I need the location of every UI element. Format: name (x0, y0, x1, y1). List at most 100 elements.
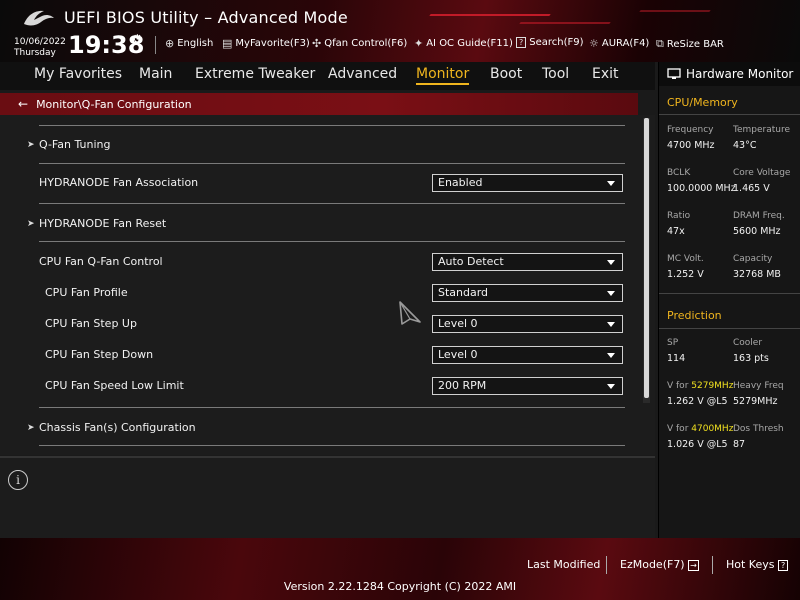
divider (39, 203, 625, 204)
fan-icon: ✣ (312, 37, 322, 50)
qfan-control-button[interactable]: ✣ Qfan Control(F6) (312, 37, 407, 50)
search-button[interactable]: ? Search(F9) (516, 37, 584, 48)
capacity-value: 32768 MB (733, 269, 781, 280)
chevron-down-icon (607, 260, 615, 265)
cpu-fan-speed-low-limit-value: 200 RPM (438, 379, 487, 392)
submenu-arrow-icon: ➤ (27, 140, 35, 150)
hydranode-fan-reset-link[interactable]: HYDRANODE Fan Reset (39, 217, 166, 230)
scrollbar-thumb[interactable] (644, 118, 649, 398)
myfavorite-button[interactable]: ▤ MyFavorite(F3) (222, 37, 310, 50)
language-button[interactable]: ⊕ English (165, 37, 213, 50)
tab-advanced[interactable]: Advanced (328, 66, 397, 82)
aura-icon: ☼ (589, 37, 599, 50)
breadcrumb: ← Monitor\Q-Fan Configuration (0, 93, 638, 115)
mouse-cursor-icon (399, 301, 421, 325)
resize-bar-button[interactable]: ⧉ ReSize BAR (656, 37, 724, 51)
ai-oc-guide-label: AI OC Guide(F11) (426, 38, 513, 49)
divider (39, 241, 625, 242)
back-arrow-icon[interactable]: ← (18, 97, 28, 111)
day-text: Thursday (14, 48, 56, 58)
tab-boot[interactable]: Boot (490, 66, 522, 82)
sp-value: 114 (667, 353, 686, 364)
resize-bar-icon: ⧉ (656, 37, 664, 50)
v-for-5279-label: V for 5279MHz (667, 381, 733, 391)
search-question-icon: ? (516, 37, 527, 48)
time-settings-gear-icon[interactable]: ⚙ (132, 32, 143, 46)
monitor-icon (667, 68, 681, 79)
aura-label: AURA(F4) (601, 38, 650, 49)
cpu-fan-step-down-label: CPU Fan Step Down (45, 348, 154, 361)
lightbulb-icon: ✦ (414, 37, 424, 50)
cpu-fan-profile-label: CPU Fan Profile (45, 286, 128, 299)
ratio-value: 47x (667, 226, 685, 237)
header-divider (155, 36, 156, 54)
info-icon: i (8, 470, 28, 490)
last-modified-button[interactable]: Last Modified (527, 558, 600, 571)
rog-logo-icon (24, 10, 54, 26)
cpu-fan-profile-value: Standard (438, 286, 489, 299)
tab-monitor[interactable]: Monitor (416, 66, 470, 85)
v-for-prefix: V for (667, 424, 692, 434)
cpu-fan-step-down-select[interactable]: Level 0 (432, 346, 623, 364)
question-icon: ? (778, 560, 789, 571)
v-for-4700-freq: 4700MHz (691, 424, 734, 434)
header-bar: UEFI BIOS Utility – Advanced Mode 10/06/… (0, 0, 800, 62)
chassis-fans-configuration-link[interactable]: Chassis Fan(s) Configuration (39, 421, 196, 434)
divider (39, 125, 625, 126)
ai-oc-guide-button[interactable]: ✦ AI OC Guide(F11) (414, 37, 513, 50)
heavy-freq-label: Heavy Freq (733, 381, 784, 391)
globe-icon: ⊕ (165, 37, 175, 50)
cpu-qfan-control-select[interactable]: Auto Detect (432, 253, 623, 271)
hot-keys-button[interactable]: Hot Keys ? (726, 558, 789, 571)
cpu-fan-speed-low-limit-label: CPU Fan Speed Low Limit (45, 379, 184, 392)
qfan-tuning-link[interactable]: Q-Fan Tuning (39, 138, 110, 151)
sp-label: SP (667, 338, 679, 348)
cpu-qfan-control-label: CPU Fan Q-Fan Control (39, 255, 163, 268)
settings-panel: ➤ Q-Fan Tuning HYDRANODE Fan Association… (0, 115, 655, 455)
frequency-value: 4700 MHz (667, 140, 715, 151)
capacity-label: Capacity (733, 254, 773, 264)
breadcrumb-path: Monitor\Q-Fan Configuration (36, 97, 192, 111)
tab-extreme-tweaker[interactable]: Extreme Tweaker (195, 66, 315, 82)
v-for-5279-value: 1.262 V @L5 (667, 396, 728, 407)
hardware-monitor-title: Hardware Monitor (686, 67, 794, 81)
hydranode-association-label: HYDRANODE Fan Association (39, 176, 199, 189)
chevron-down-icon (607, 181, 615, 186)
tab-my-favorites[interactable]: My Favorites (34, 66, 122, 82)
ezmode-button[interactable]: EzMode(F7) → (620, 558, 699, 571)
cpu-fan-speed-low-limit-select[interactable]: 200 RPM (432, 377, 623, 395)
chevron-down-icon (607, 322, 615, 327)
tab-main[interactable]: Main (139, 66, 172, 82)
submenu-arrow-icon: ➤ (27, 423, 35, 433)
v-for-5279-freq: 5279MHz (691, 381, 734, 391)
cpu-qfan-control-value: Auto Detect (438, 255, 504, 268)
tab-exit[interactable]: Exit (592, 66, 619, 82)
section-divider (659, 114, 800, 115)
app-title: UEFI BIOS Utility – Advanced Mode (64, 8, 348, 27)
v-for-4700-value: 1.026 V @L5 (667, 439, 728, 450)
footer-divider (712, 556, 713, 574)
hydranode-association-select[interactable]: Enabled (432, 174, 623, 192)
mc-volt-label: MC Volt. (667, 254, 704, 264)
section-divider (659, 293, 800, 294)
hydranode-association-value: Enabled (438, 176, 483, 189)
main-menu-bar: My Favorites Main Extreme Tweaker Advanc… (0, 62, 655, 90)
cpu-fan-step-up-select[interactable]: Level 0 (432, 315, 623, 333)
dos-thresh-label: Dos Thresh (733, 424, 784, 434)
temperature-label: Temperature (733, 125, 791, 135)
language-label: English (177, 38, 214, 49)
footer-bar: Last Modified EzMode(F7) → Hot Keys ? Ve… (0, 538, 800, 600)
cpu-fan-step-up-value: Level 0 (438, 317, 478, 330)
myfavorite-label: MyFavorite(F3) (235, 38, 310, 49)
core-voltage-label: Core Voltage (733, 168, 791, 178)
bclk-value: 100.0000 MHz (667, 183, 736, 194)
cpu-fan-profile-select[interactable]: Standard (432, 284, 623, 302)
divider (39, 445, 625, 446)
footer-divider (606, 556, 607, 574)
bclk-label: BCLK (667, 168, 691, 178)
hardware-monitor-panel: Hardware Monitor CPU/Memory Frequency Te… (658, 62, 800, 538)
chevron-down-icon (607, 291, 615, 296)
tab-tool[interactable]: Tool (542, 66, 569, 82)
aura-button[interactable]: ☼ AURA(F4) (589, 37, 649, 50)
cooler-value: 163 pts (733, 353, 769, 364)
